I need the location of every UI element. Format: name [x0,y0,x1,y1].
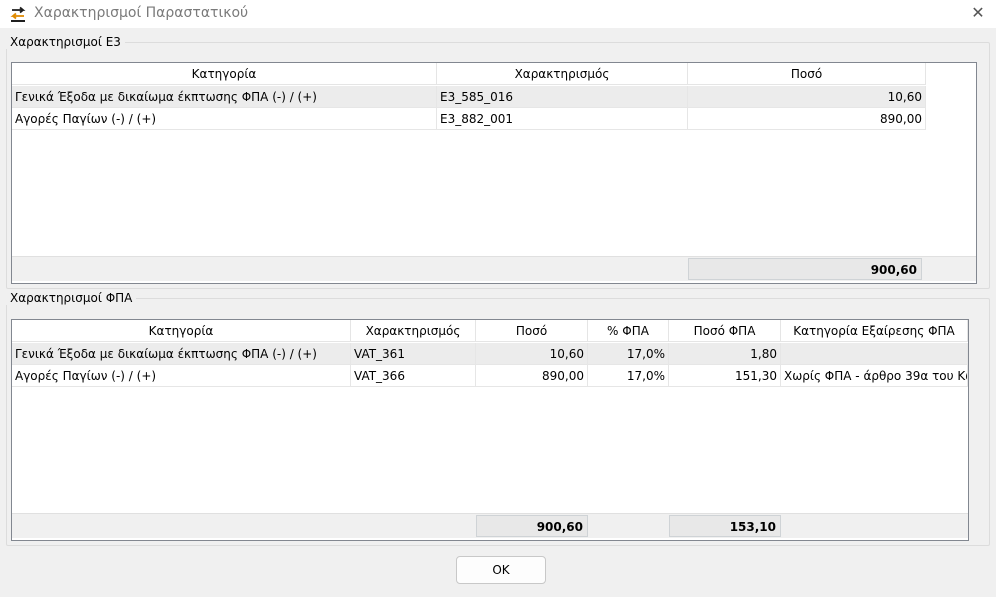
vat-total-amount: 900,60 [476,515,588,537]
vat-row-2-category[interactable]: Αγορές Παγίων (-) / (+) [12,365,351,387]
e3-row-2-category[interactable]: Αγορές Παγίων (-) / (+) [12,108,437,130]
vat-col-amount[interactable]: Ποσό [476,320,588,342]
vat-col-category[interactable]: Κατηγορία [12,320,351,342]
vat-row-2-exemption[interactable]: Χωρίς ΦΠΑ - άρθρο 39α του Κώδικα ΦΠΑ [781,365,968,387]
vat-col-vat-percent[interactable]: % ΦΠΑ [588,320,669,342]
vat-col-characterization[interactable]: Χαρακτηρισμός [351,320,476,342]
e3-row-2-characterization[interactable]: E3_882_001 [437,108,688,130]
e3-col-characterization[interactable]: Χαρακτηρισμός [437,63,688,85]
vat-row-2-characterization[interactable]: VAT_366 [351,365,476,387]
e3-col-amount[interactable]: Ποσό [688,63,926,85]
vat-row-1-vat-amount[interactable]: 1,80 [669,343,781,365]
e3-row-1-amount[interactable]: 10,60 [688,86,926,108]
e3-group-title: Χαρακτηρισμοί Ε3 [6,35,125,49]
vat-row-1-vat-percent[interactable]: 17,0% [588,343,669,365]
e3-total-amount: 900,60 [688,258,922,280]
e3-row-1-characterization[interactable]: E3_585_016 [437,86,688,108]
close-button[interactable]: ✕ [968,2,988,24]
vat-row-1-category[interactable]: Γενικά Έξοδα με δικαίωμα έκπτωσης ΦΠΑ (-… [12,343,351,365]
e3-col-category[interactable]: Κατηγορία [12,63,437,85]
vat-total-vat-amount: 153,10 [669,515,781,537]
e3-row-2-amount[interactable]: 890,00 [688,108,926,130]
vat-row-2-amount[interactable]: 890,00 [476,365,588,387]
transfer-arrows-icon [10,6,26,22]
vat-row-2-vat-percent[interactable]: 17,0% [588,365,669,387]
e3-grid[interactable]: Κατηγορία Χαρακτηρισμός Ποσό Γενικά Έξοδ… [11,62,977,284]
e3-totals-row: 900,60 [12,256,976,281]
vat-row-1-amount[interactable]: 10,60 [476,343,588,365]
vat-totals-row: 900,60 153,10 [12,513,968,538]
ok-button[interactable]: OK [456,556,546,584]
vat-row-1-exemption[interactable] [781,343,968,365]
vat-row-2-vat-amount[interactable]: 151,30 [669,365,781,387]
vat-col-vat-amount[interactable]: Ποσό ΦΠΑ [669,320,781,342]
vat-row-1-characterization[interactable]: VAT_361 [351,343,476,365]
window-title: Χαρακτηρισμοί Παραστατικού [34,5,249,21]
vat-group-title: Χαρακτηρισμοί ΦΠΑ [6,291,137,305]
e3-row-1-category[interactable]: Γενικά Έξοδα με δικαίωμα έκπτωσης ΦΠΑ (-… [12,86,437,108]
vat-col-exemption[interactable]: Κατηγορία Εξαίρεσης ΦΠΑ [781,320,968,342]
vat-grid[interactable]: Κατηγορία Χαρακτηρισμός Ποσό % ΦΠΑ Ποσό … [11,319,969,541]
title-bar: Χαρακτηρισμοί Παραστατικού ✕ [0,0,996,28]
